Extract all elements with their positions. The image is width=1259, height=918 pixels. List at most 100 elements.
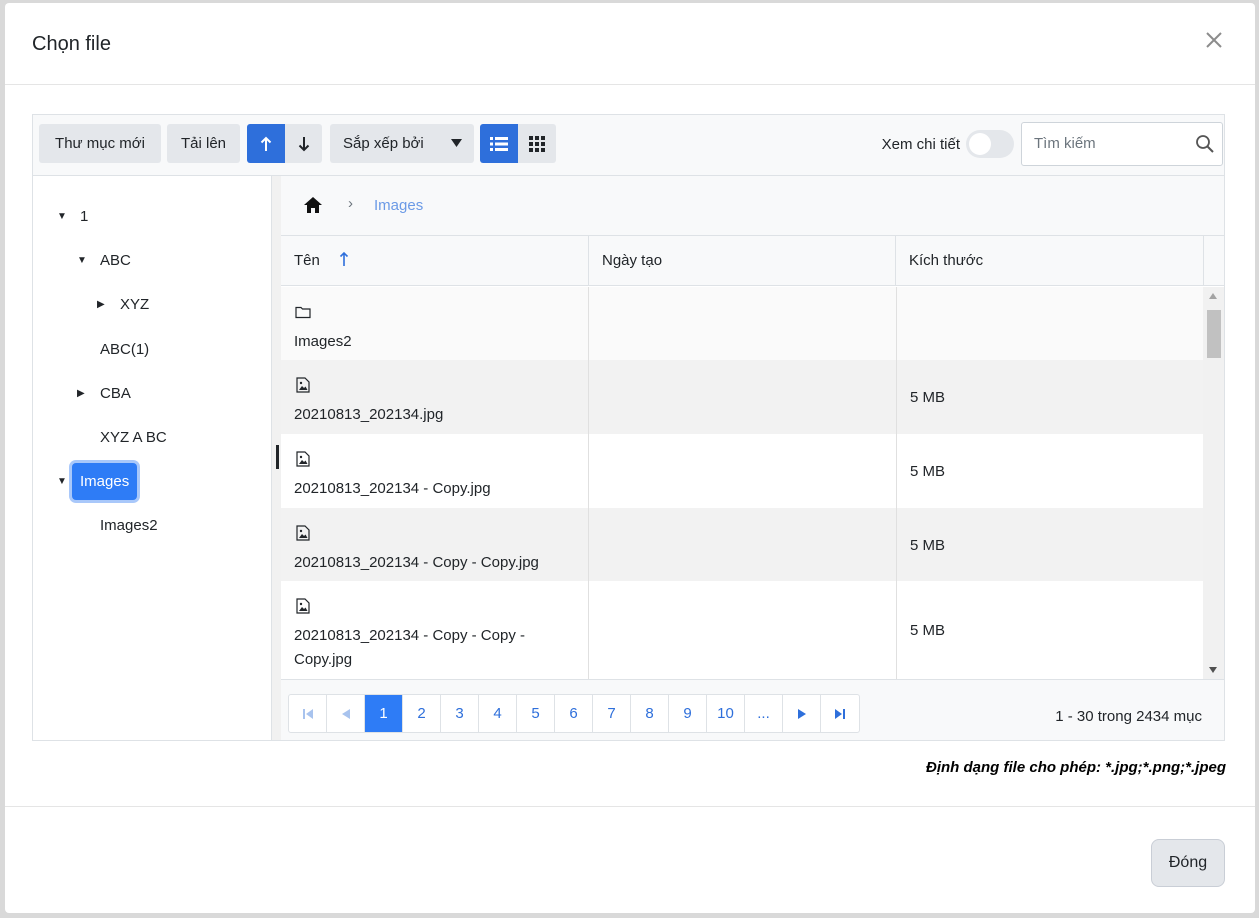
close-icon[interactable] <box>1203 31 1225 53</box>
pane-splitter[interactable] <box>271 176 281 740</box>
tree-item-1[interactable]: 1 <box>80 208 88 225</box>
grid-header: Tên Ngày tạo Kích thước <box>281 236 1224 286</box>
column-header-name[interactable]: Tên <box>281 236 589 285</box>
image-file-icon <box>296 598 310 614</box>
upload-button[interactable]: Tải lên <box>167 124 240 163</box>
file-name: 20210813_202134 - Copy.jpg <box>294 480 491 497</box>
details-toggle[interactable] <box>966 130 1014 158</box>
date-cell <box>589 508 897 581</box>
file-name: 20210813_202134.jpg <box>294 406 444 423</box>
list-view-button[interactable] <box>480 124 518 163</box>
size-cell: 5 MB <box>897 581 1203 679</box>
file-list-pane: › Images Tên Ngày tạo Kích thước Images2 <box>281 176 1224 740</box>
caret-expanded-icon[interactable]: ▼ <box>57 211 67 222</box>
caret-collapsed-icon[interactable]: ▶ <box>97 299 105 310</box>
size-cell: 5 MB <box>897 508 1203 581</box>
folder-icon <box>295 306 311 319</box>
first-page-button[interactable] <box>289 695 327 732</box>
file-name: 20210813_202134 - Copy - Copy.jpg <box>294 554 539 571</box>
date-cell <box>589 434 897 508</box>
file-name: Images2 <box>294 333 352 350</box>
tree-item-cba[interactable]: CBA <box>100 385 131 402</box>
table-row[interactable]: 20210813_202134.jpg 5 MB <box>281 360 1203 434</box>
page-button-3[interactable]: 3 <box>441 695 479 732</box>
grid-body: Images2 20210813_202134.jpg 5 MB 2021081… <box>281 287 1224 679</box>
details-toggle-label: Xem chi tiết <box>881 136 960 153</box>
close-button[interactable]: Đóng <box>1151 839 1225 887</box>
file-name: 20210813_202134 - Copy - Copy - Copy.jpg <box>294 627 525 668</box>
tree-item-xyz[interactable]: XYZ <box>120 296 149 313</box>
new-folder-button[interactable]: Thư mục mới <box>39 124 161 163</box>
sort-descending-button[interactable] <box>285 124 322 163</box>
caret-expanded-icon[interactable]: ▼ <box>77 255 87 266</box>
scroll-up-arrow-icon[interactable] <box>1209 293 1217 299</box>
name-cell: 20210813_202134 - Copy.jpg <box>281 434 589 508</box>
breadcrumb: › Images <box>281 176 1224 236</box>
page-button-8[interactable]: 8 <box>631 695 669 732</box>
dialog-title: Chọn file <box>32 33 111 55</box>
page-button-1[interactable]: 1 <box>365 695 403 732</box>
date-cell <box>589 360 897 434</box>
next-page-button[interactable] <box>783 695 821 732</box>
sort-by-dropdown[interactable]: Sắp xếp bởi <box>330 124 474 163</box>
size-cell: 5 MB <box>897 434 1203 508</box>
sort-ascending-icon <box>339 251 349 266</box>
image-file-icon <box>296 525 310 541</box>
caret-collapsed-icon[interactable]: ▶ <box>77 388 85 399</box>
search-icon[interactable] <box>1195 134 1215 154</box>
column-header-size[interactable]: Kích thước <box>896 236 1204 285</box>
next-page-icon <box>797 708 806 719</box>
chevron-right-icon: › <box>348 195 353 212</box>
grid-view-button[interactable] <box>518 124 556 163</box>
arrow-down-icon <box>298 136 309 151</box>
table-row[interactable]: 20210813_202134 - Copy - Copy - Copy.jpg… <box>281 581 1203 679</box>
pager: 1 2 3 4 5 6 7 8 9 10 ... 1 - 30 trong 24… <box>281 679 1224 740</box>
page-button-7[interactable]: 7 <box>593 695 631 732</box>
tree-item-abc1[interactable]: ABC(1) <box>100 341 149 358</box>
size-cell: 5 MB <box>897 360 1203 434</box>
table-row[interactable]: 20210813_202134 - Copy.jpg 5 MB <box>281 434 1203 508</box>
more-pages-button[interactable]: ... <box>745 695 783 732</box>
last-page-button[interactable] <box>821 695 859 732</box>
home-icon[interactable] <box>303 195 323 215</box>
page-button-9[interactable]: 9 <box>669 695 707 732</box>
page-button-10[interactable]: 10 <box>707 695 745 732</box>
splitter-grip[interactable] <box>276 445 279 469</box>
sort-by-label: Sắp xếp bởi <box>343 135 424 152</box>
dialog-header: Chọn file <box>5 3 1255 85</box>
file-size: 5 MB <box>910 389 946 406</box>
date-cell <box>589 581 897 679</box>
file-size: 5 MB <box>910 622 946 639</box>
tree-item-xyz-a-bc[interactable]: XYZ A BC <box>100 429 167 446</box>
breadcrumb-images[interactable]: Images <box>374 197 423 214</box>
pagination: 1 2 3 4 5 6 7 8 9 10 ... <box>288 694 860 733</box>
file-picker-dialog: Chọn file Thư mục mới Tải lên Sắp xếp bở… <box>5 3 1255 913</box>
search-box <box>1021 122 1223 166</box>
file-size: 5 MB <box>910 463 946 480</box>
column-name-label: Tên <box>294 252 320 269</box>
last-page-icon <box>835 708 845 719</box>
page-button-4[interactable]: 4 <box>479 695 517 732</box>
caret-down-icon <box>451 139 462 147</box>
tree-item-abc[interactable]: ABC <box>100 252 131 269</box>
page-button-5[interactable]: 5 <box>517 695 555 732</box>
dialog-footer: Đóng <box>5 806 1255 913</box>
scroll-thumb[interactable] <box>1207 310 1221 358</box>
page-button-2[interactable]: 2 <box>403 695 441 732</box>
name-cell: 20210813_202134.jpg <box>281 360 589 434</box>
table-row[interactable]: Images2 <box>281 287 1203 360</box>
column-header-date[interactable]: Ngày tạo <box>589 236 896 285</box>
table-row[interactable]: 20210813_202134 - Copy - Copy.jpg 5 MB <box>281 508 1203 581</box>
scroll-down-arrow-icon[interactable] <box>1209 667 1217 673</box>
caret-expanded-icon[interactable]: ▼ <box>57 476 67 487</box>
page-button-6[interactable]: 6 <box>555 695 593 732</box>
search-input[interactable] <box>1034 135 1184 152</box>
tree-item-images[interactable]: Images <box>72 463 138 500</box>
image-file-icon <box>296 377 310 393</box>
vertical-scrollbar[interactable] <box>1203 287 1224 679</box>
image-file-icon <box>296 451 310 467</box>
file-size: 5 MB <box>910 537 946 554</box>
tree-item-images2[interactable]: Images2 <box>100 517 158 534</box>
sort-ascending-button[interactable] <box>247 124 285 163</box>
previous-page-button[interactable] <box>327 695 365 732</box>
